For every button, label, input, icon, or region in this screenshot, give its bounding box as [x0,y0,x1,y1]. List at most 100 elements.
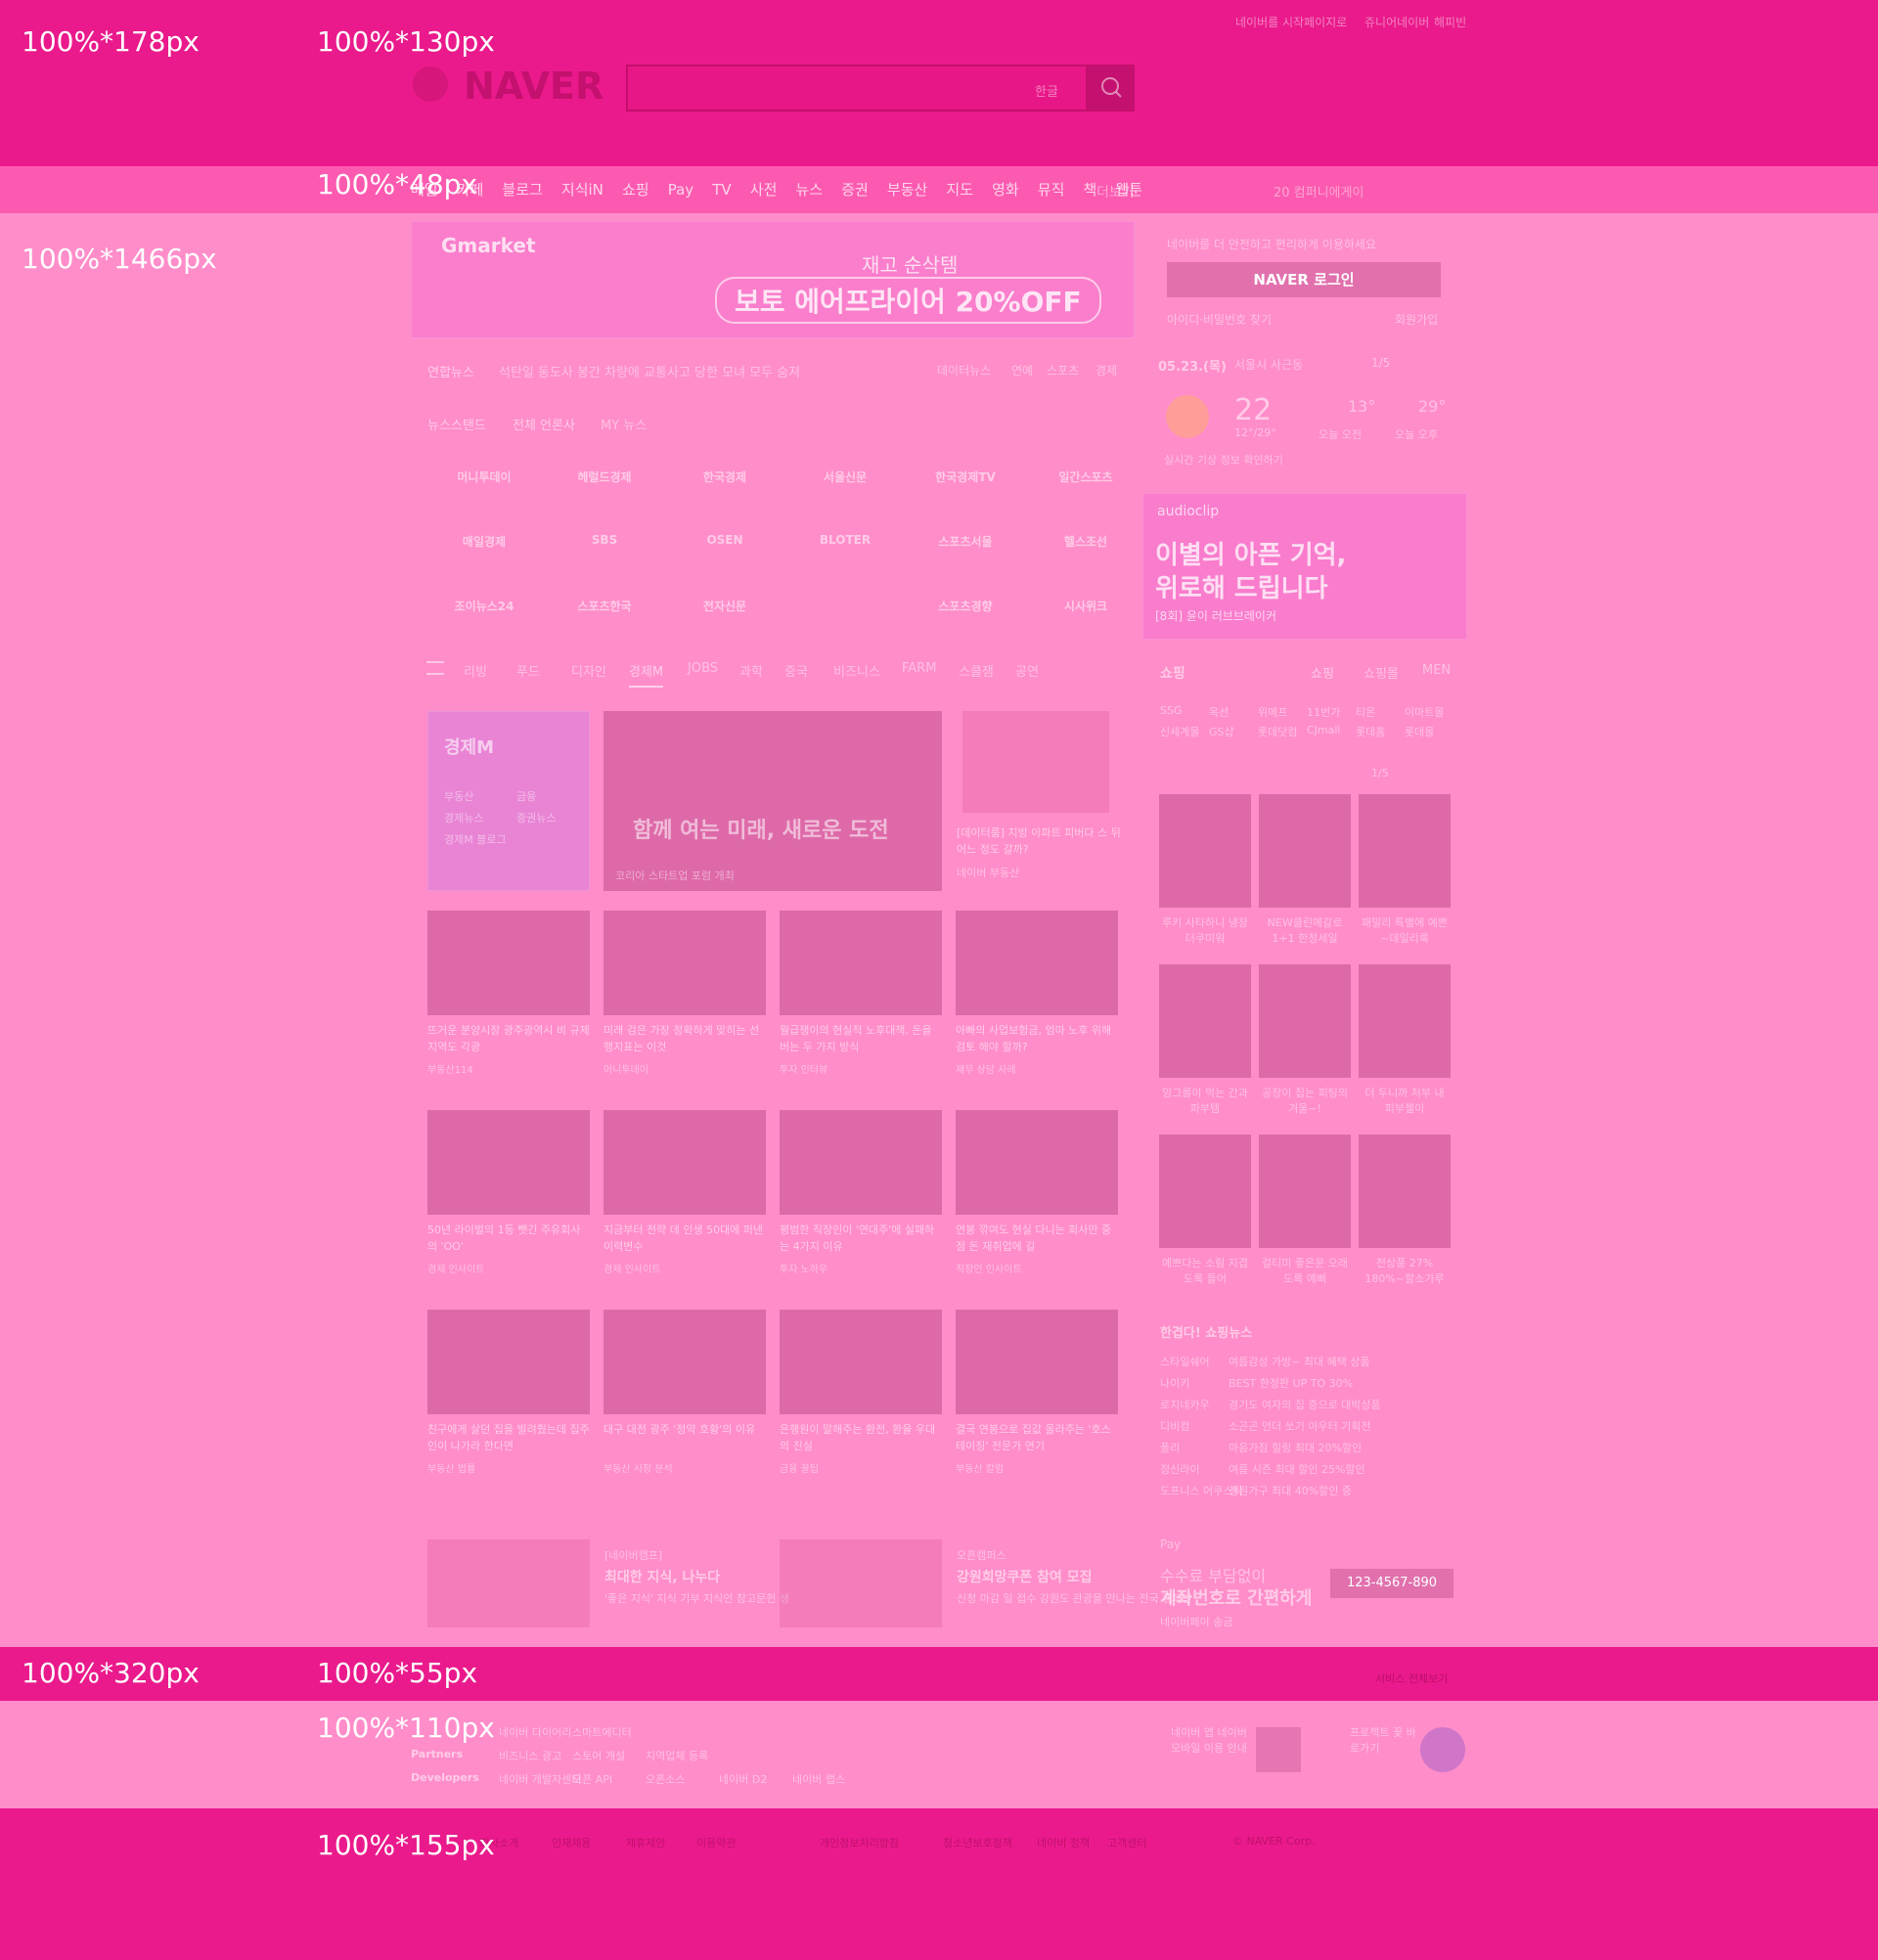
shopnews-brand[interactable]: 디비컴 [1160,1418,1189,1434]
featured-link-finance[interactable]: 금융 [516,788,536,804]
ticker-tab-sports[interactable]: 스포츠 [1047,362,1079,379]
article-title[interactable]: 결국 연봉으로 집값 올라주는 '호스테이징' 전문가 연기 [956,1421,1118,1454]
shopnews-text[interactable]: 여름 시즌 최대 할인 25%할인 [1229,1461,1365,1477]
category-tab[interactable]: 경제M [629,661,664,688]
nav-shopping[interactable]: 쇼핑 [622,179,649,200]
join-link[interactable]: 회원가입 [1395,311,1438,328]
shopnews-text[interactable]: 정원가구 최대 40%할인 중 [1229,1483,1352,1498]
top-link-junior[interactable]: 쥬니어네이버 [1364,14,1429,30]
article-title[interactable]: 아빠의 사업보험금, 엄마 노후 위해 검토 해야 할까? [956,1022,1118,1055]
shop-item-name[interactable]: 전상품 27% 180%~할소가루 [1359,1256,1451,1287]
find-account-link[interactable]: 아이디·비밀번호 찾기 [1167,311,1272,328]
nav-stock[interactable]: 증권 [841,179,869,200]
nav-movie[interactable]: 영화 [992,179,1019,200]
footer-app1[interactable]: 네이버 앱 네이버모바일 이용 안내 [1171,1724,1249,1756]
mall-link[interactable]: 옥션 [1209,704,1229,720]
footer-app2[interactable]: 프로젝트 꽃 바로가기 [1350,1724,1418,1756]
footer-link[interactable]: 네이버 개발자센터 [499,1771,581,1787]
mall-link[interactable]: 위메프 [1258,704,1287,720]
article-thumb[interactable] [604,1310,766,1414]
footer-link[interactable]: 네이버 랩스 [792,1771,845,1787]
side-story-image[interactable] [962,711,1109,813]
naver-logo[interactable]: NAVER [464,65,604,108]
weather-location[interactable]: 서울시 사근동 [1234,356,1303,373]
article-title[interactable]: 친구에게 살던 집을 빌려줬는데 집주인이 나가라 한다면 [427,1421,590,1454]
top-link-start[interactable]: 네이버를 시작페이지로 [1235,14,1347,30]
shopping-tab-men[interactable]: MEN [1422,663,1451,678]
mall-link[interactable]: 이마트몰 [1405,704,1444,720]
category-tab[interactable]: 리빙 [464,661,487,680]
press-logo[interactable]: 전자신문 [671,598,779,614]
press-logo[interactable]: 스포츠경향 [912,598,1019,614]
nav-blog[interactable]: 블로그 [502,179,542,200]
shop-item-image[interactable] [1259,794,1351,908]
footer-bottom-link[interactable]: © NAVER Corp. [1232,1835,1316,1848]
featured-box[interactable]: 경제M 부동산 금융 경제뉴스 증권뉴스 경제M 블로그 [427,711,590,891]
category-tab[interactable]: 공연 [1015,661,1039,680]
nav-ad-text[interactable]: 20 컴퍼니에게이 [1274,182,1364,200]
footer-bottom-link[interactable]: 네이버 정책 [1037,1835,1090,1850]
article-thumb[interactable] [956,1110,1118,1215]
shopnews-brand[interactable]: 정신라이 [1160,1461,1199,1477]
footer-link[interactable]: 오픈소스 [646,1771,685,1787]
footer-bottom-link[interactable]: 고객센터 [1107,1835,1146,1850]
category-tab[interactable]: 디자인 [571,661,606,680]
category-tab[interactable]: 비즈니스 [833,661,880,680]
press-logo[interactable]: 헤럴드경제 [551,468,658,485]
mall-link[interactable]: 신세계몰 [1160,724,1199,739]
footer-bottom-link[interactable]: 인재채용 [552,1835,591,1850]
ticker-source[interactable]: 연합뉴스 [427,362,474,380]
mall-link[interactable]: 롯데몰 [1405,724,1434,739]
main-story-image[interactable]: 함께 여는 미래, 새로운 도전 코리아 스타트업 포럼 개최 [604,711,942,891]
promo-title-1[interactable]: 최대한 지식, 나누다 [604,1567,720,1586]
shopnews-brand[interactable]: 플리 [1160,1440,1180,1455]
article-title[interactable]: 대구 대전 광주 '정약 호황'의 이유 [604,1421,766,1438]
nav-kin[interactable]: 지식iN [561,179,604,200]
press-logo[interactable]: 조이뉴스24 [430,598,538,614]
featured-link-realestate[interactable]: 부동산 [444,788,473,804]
shopping-tab-shopping[interactable]: 쇼핑 [1311,663,1334,682]
ticker-headline[interactable]: 석탄일 동도사 봉간 차량에 교통사고 당한 모녀 모두 숨져 [499,362,800,380]
shop-item-name[interactable]: 루키 사타하니 냉장 더쿠미워 [1159,915,1251,947]
category-tab[interactable]: 푸드 [516,661,540,680]
promo-image-1[interactable] [427,1539,590,1627]
featured-link-news[interactable]: 경제뉴스 [444,810,483,825]
ticker-tab-data[interactable]: 데이터뉴스 [937,362,991,379]
category-tab[interactable]: FARM [902,661,936,676]
shop-item-name[interactable]: 잉그롤이 먹는 간과 파부템 [1159,1086,1251,1117]
newsstand-label[interactable]: 뉴스스탠드 [427,415,486,433]
article-thumb[interactable] [780,911,942,1015]
press-logo[interactable]: 헬스조선 [1032,533,1140,550]
shopping-tab-mall[interactable]: 쇼핑몰 [1364,663,1399,682]
footer-bottom-link[interactable]: 개인정보처리방침 [820,1835,899,1850]
search-input[interactable] [626,65,1088,111]
footer-bottom-link[interactable]: 이용약관 [696,1835,736,1850]
search-button[interactable] [1088,65,1135,111]
article-thumb[interactable] [427,911,590,1015]
shopnews-text[interactable]: 마음가짐 힐링 최대 20%할인 [1229,1440,1362,1455]
shopnews-brand[interactable]: 로지네카우 [1160,1397,1210,1412]
article-title[interactable]: 뜨거운 분양시장 광주광역시 비 규제지역도 각광 [427,1022,590,1055]
shop-item-image[interactable] [1359,964,1451,1078]
shop-item-image[interactable] [1359,794,1451,908]
category-tab[interactable]: JOBS [688,661,718,676]
article-thumb[interactable] [956,1310,1118,1414]
nav-dictionary[interactable]: 사전 [750,179,778,200]
shop-item-image[interactable] [1359,1135,1451,1248]
audioclip-ad[interactable]: audioclip 이별의 아픈 기억, 위로해 드립니다 [8회] 윤이 러브… [1142,493,1467,640]
shopnews-text[interactable]: 여름감성 가방~ 최대 혜택 상품 [1229,1354,1370,1369]
category-tab[interactable]: 스쿨잼 [959,661,994,680]
nav-tv[interactable]: TV [712,181,731,199]
article-thumb[interactable] [604,911,766,1015]
shopnews-text[interactable]: BEST 한정판 UP TO 30% [1229,1375,1353,1391]
top-banner[interactable]: Gmarket 재고 순삭템 보토 에어프라이어 20%OFF [411,221,1135,338]
nav-more[interactable]: 더보기 [1096,182,1135,201]
newsstand-all[interactable]: 전체 언론사 [513,415,575,433]
login-button[interactable]: NAVER 로그인 [1167,262,1441,297]
promo-title-2[interactable]: 강원희망쿠폰 참여 모집 [957,1567,1093,1586]
article-thumb[interactable] [427,1110,590,1215]
article-thumb[interactable] [780,1110,942,1215]
mall-link[interactable]: CJmall [1307,724,1341,736]
pay-number[interactable]: 123-4567-890 [1330,1569,1453,1598]
category-tab[interactable]: 과학 [739,661,763,680]
